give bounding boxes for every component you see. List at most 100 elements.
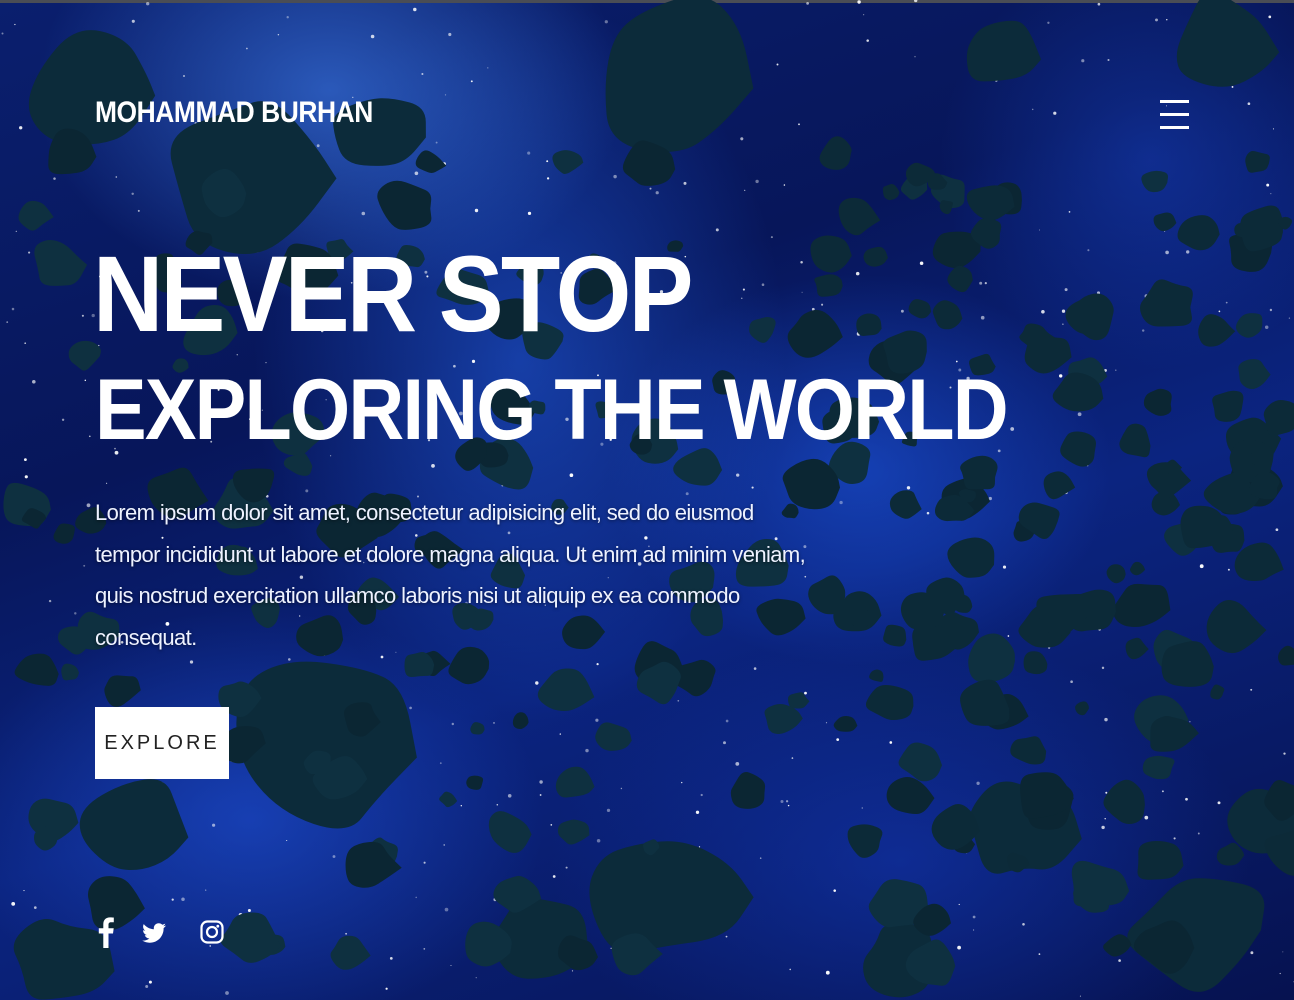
star <box>715 228 719 232</box>
star <box>889 741 893 744</box>
star <box>86 503 91 508</box>
star <box>1247 102 1251 106</box>
star <box>753 667 757 670</box>
star <box>131 19 135 23</box>
asteroid <box>1043 471 1076 500</box>
star <box>804 575 807 578</box>
asteroid <box>1216 842 1245 866</box>
star <box>84 379 87 382</box>
star <box>205 889 207 891</box>
star <box>695 810 700 814</box>
star <box>1227 568 1230 571</box>
asteroid <box>1140 279 1193 327</box>
asteroid <box>537 668 595 712</box>
star <box>900 309 904 313</box>
star <box>723 741 726 745</box>
star <box>825 722 828 724</box>
asteroid <box>470 722 485 735</box>
asteroid <box>787 692 810 709</box>
star <box>181 897 185 902</box>
star <box>806 2 809 5</box>
star <box>681 781 683 784</box>
star <box>23 890 25 892</box>
star <box>1155 18 1158 22</box>
asteroid <box>819 136 852 170</box>
hero-description-line: Lorem ipsum dolor sit amet, consectetur … <box>95 500 754 525</box>
asteroid <box>863 246 888 267</box>
star <box>857 0 861 4</box>
star <box>783 184 786 186</box>
star <box>984 282 987 285</box>
asteroid <box>883 624 907 647</box>
asteroid <box>960 455 998 490</box>
explore-button[interactable]: EXPLORE <box>95 707 229 779</box>
star <box>774 537 778 541</box>
star <box>1186 250 1190 254</box>
star <box>1 32 4 35</box>
asteroid <box>330 935 371 970</box>
asteroid <box>220 912 281 963</box>
star <box>1225 301 1228 304</box>
instagram-icon[interactable] <box>198 915 226 949</box>
star <box>1105 791 1108 794</box>
asteroid <box>781 503 799 519</box>
star <box>332 855 336 858</box>
asteroid <box>61 663 79 681</box>
twitter-icon[interactable] <box>140 915 168 949</box>
star <box>866 39 869 42</box>
star <box>11 902 16 906</box>
asteroid <box>1103 934 1132 957</box>
star <box>32 380 36 384</box>
star <box>1161 790 1164 793</box>
asteroid <box>34 239 88 286</box>
star <box>649 187 652 190</box>
asteroid <box>968 633 1015 683</box>
star <box>787 804 790 807</box>
star <box>1141 329 1145 332</box>
star <box>171 898 174 901</box>
asteroid <box>1103 779 1145 825</box>
star <box>980 315 985 320</box>
star <box>926 511 930 515</box>
asteroid <box>512 712 529 730</box>
star <box>1279 972 1281 975</box>
hero-headline-secondary: EXPLORING THE WORLD <box>95 362 1009 458</box>
asteroid <box>1161 641 1214 687</box>
star <box>1266 183 1270 187</box>
site-logo[interactable]: MOHAMMAD BURHAN <box>95 96 373 130</box>
star <box>785 800 789 803</box>
star <box>919 261 924 266</box>
star <box>1115 369 1117 371</box>
asteroid <box>898 742 942 782</box>
star <box>735 762 740 766</box>
star <box>48 599 52 603</box>
star <box>546 177 550 180</box>
star <box>744 189 746 192</box>
star <box>655 191 659 195</box>
asteroid <box>730 772 766 809</box>
asteroid <box>1106 564 1126 584</box>
asteroid <box>966 20 1042 82</box>
star <box>28 251 31 254</box>
star <box>1144 815 1149 820</box>
star <box>565 866 568 869</box>
asteroid <box>814 274 843 297</box>
star <box>11 307 15 311</box>
star <box>1079 995 1081 997</box>
facebook-icon[interactable] <box>92 915 120 949</box>
asteroid <box>1263 399 1294 437</box>
asteroid <box>1010 736 1047 765</box>
star <box>755 179 759 184</box>
asteroid <box>18 200 54 231</box>
hamburger-menu-icon[interactable] <box>1156 98 1190 132</box>
star <box>286 16 289 19</box>
star <box>24 342 27 345</box>
asteroid <box>439 791 458 808</box>
star <box>1062 323 1064 326</box>
star <box>1107 58 1110 62</box>
asteroid <box>552 150 584 174</box>
star <box>552 875 556 878</box>
star <box>958 903 960 906</box>
star <box>33 906 37 909</box>
star <box>801 291 803 293</box>
